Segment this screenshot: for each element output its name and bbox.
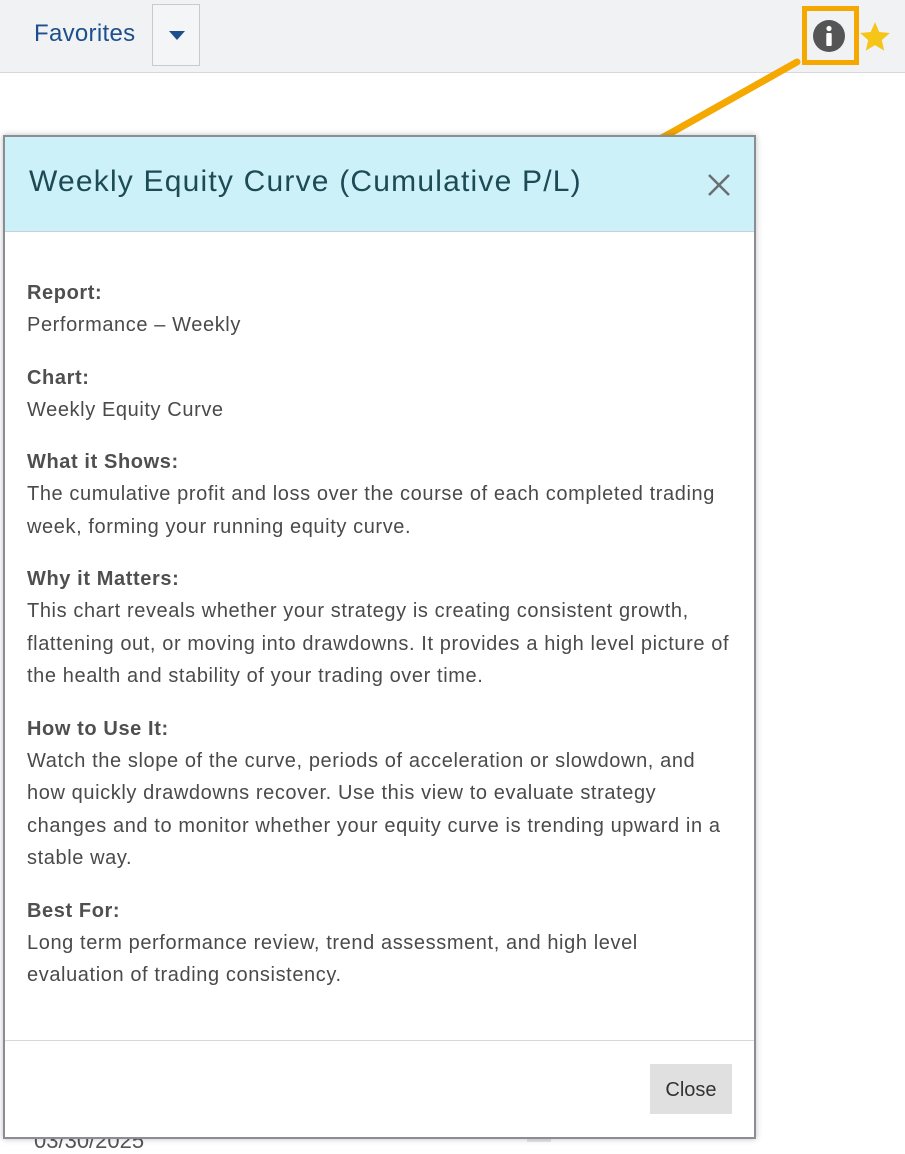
section-heading: Report: — [27, 282, 103, 304]
info-circle-icon — [813, 20, 845, 52]
caret-down-icon — [169, 31, 185, 40]
close-button[interactable]: Close — [650, 1064, 732, 1114]
section-chart: Chart: Weekly Equity Curve — [27, 362, 737, 427]
favorite-star-button[interactable] — [858, 20, 892, 54]
favorites-dropdown-button[interactable] — [152, 4, 200, 66]
star-icon — [860, 22, 890, 51]
info-modal-dialog: Weekly Equity Curve (Cumulative P/L) Rep… — [3, 135, 756, 1139]
section-text: Performance – Weekly — [27, 314, 241, 336]
section-why-it-matters: Why it Matters: This chart reveals wheth… — [27, 563, 737, 693]
modal-body: Report: Performance – Weekly Chart: Week… — [27, 277, 737, 1012]
section-text: This chart reveals whether your strategy… — [27, 600, 730, 687]
section-heading: How to Use It: — [27, 717, 169, 740]
modal-title: Weekly Equity Curve (Cumulative P/L) — [29, 165, 582, 198]
modal-footer-divider — [5, 1040, 754, 1041]
section-heading: Best For: — [27, 899, 121, 922]
section-what-it-shows: What it Shows: The cumulative profit and… — [27, 446, 737, 543]
section-heading: Chart: — [27, 366, 90, 389]
section-text: The cumulative profit and loss over the … — [27, 483, 715, 538]
section-text: Watch the slope of the curve, periods of… — [27, 749, 721, 870]
section-text: Weekly Equity Curve — [27, 398, 224, 421]
section-how-to-use: How to Use It: Watch the slope of the cu… — [27, 713, 737, 875]
section-heading: Why it Matters: — [27, 568, 180, 590]
section-best-for: Best For: Long term performance review, … — [27, 895, 737, 992]
top-toolbar: Favorites — [0, 0, 905, 73]
modal-close-x-button[interactable] — [705, 171, 733, 199]
section-report: Report: Performance – Weekly — [27, 277, 737, 342]
section-heading: What it Shows: — [27, 451, 179, 473]
modal-header: Weekly Equity Curve (Cumulative P/L) — [5, 137, 754, 232]
close-icon — [708, 174, 730, 196]
favorites-label[interactable]: Favorites — [34, 20, 135, 48]
info-button[interactable] — [812, 19, 846, 53]
section-text: Long term performance review, trend asse… — [27, 931, 638, 987]
